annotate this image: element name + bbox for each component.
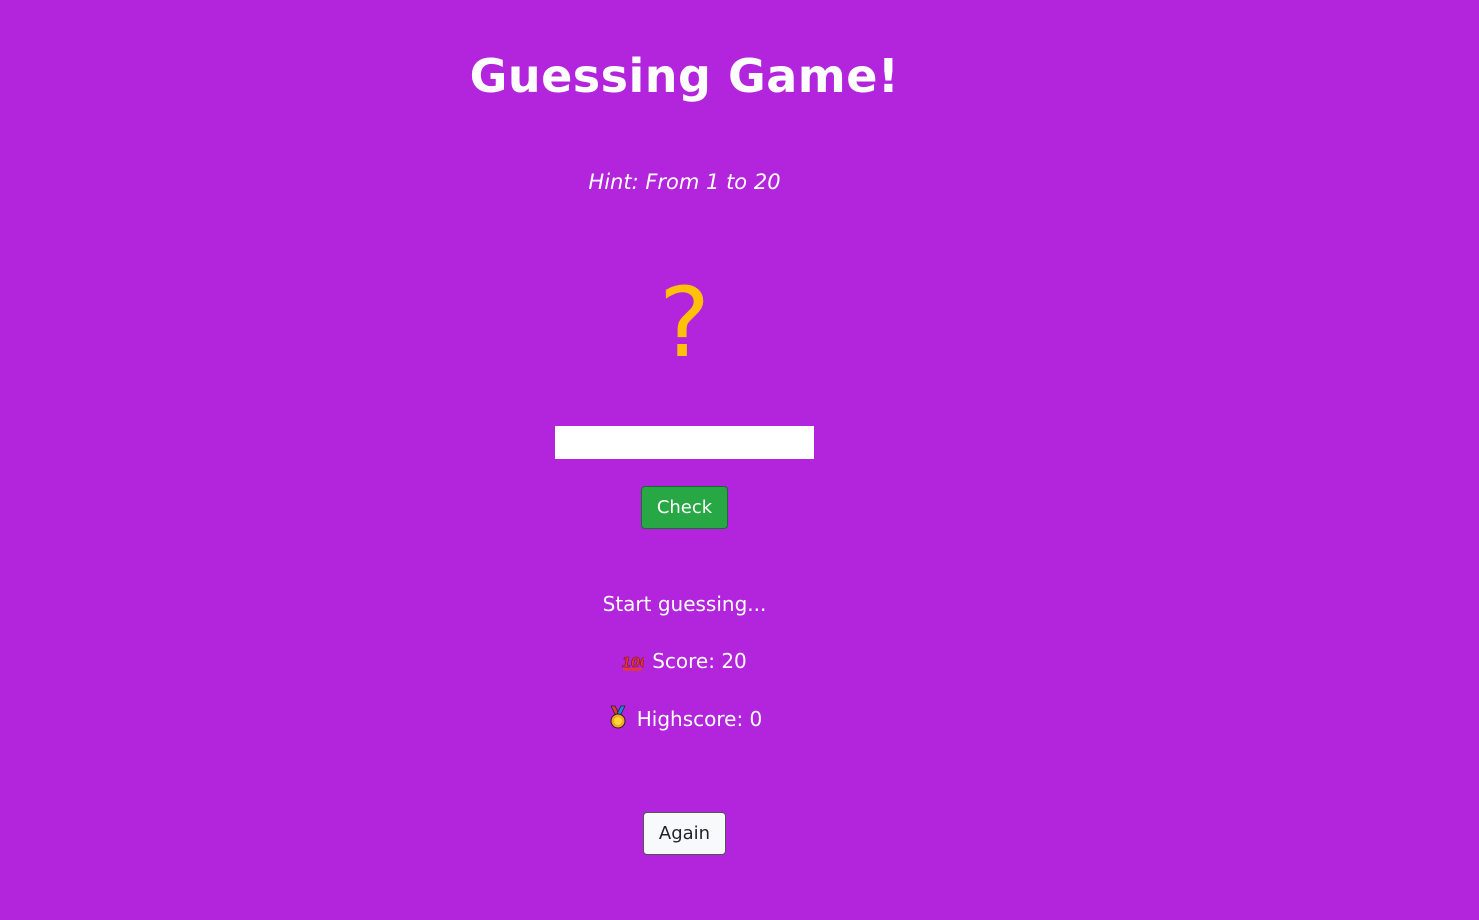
score-row: 100 Score: 20 [0, 647, 1369, 678]
highscore-row: Highscore: 0 [0, 705, 1369, 736]
status-message: Start guessing... [602, 592, 767, 616]
guess-input[interactable] [555, 426, 814, 459]
hint-text: Hint: From 1 to 20 [588, 170, 781, 194]
again-button-container: Again [0, 812, 1369, 855]
check-button[interactable]: Check [641, 486, 728, 529]
hundred-points-icon: 100 [622, 650, 650, 678]
secret-number: ? [659, 267, 710, 379]
medal-icon [607, 705, 629, 736]
page-title: Guessing Game! [469, 49, 900, 103]
again-button[interactable]: Again [643, 812, 726, 855]
highscore-label: Highscore: 0 [636, 707, 763, 731]
score-label: Score: 20 [652, 649, 747, 673]
guess-input-container [0, 426, 1369, 459]
check-button-container: Check [0, 486, 1369, 529]
